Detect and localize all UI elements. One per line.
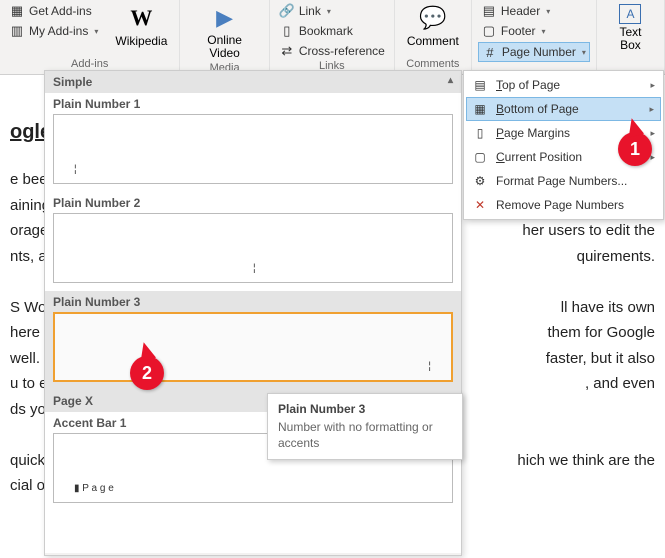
page-top-icon: ▤ [472,77,488,93]
chevron-down-icon: ▾ [546,7,550,16]
remove-icon: ✕ [472,197,488,213]
submenu-arrow-icon: ▸ [649,104,654,115]
comment-button[interactable]: 💬Comment [401,2,465,50]
gallery-item-plain-3[interactable]: Plain Number 3 ¦ [45,291,461,390]
group-headerfooter: ▤Header▾ ▢Footer▾ #Page Number▾ [472,0,597,74]
submenu-arrow-icon: ▸ [650,80,655,91]
expand-icon[interactable]: ▴ [448,75,453,86]
preview-plain-2: ¦ [53,213,453,283]
crossref-button[interactable]: ⇄Cross-reference [276,42,388,60]
gallery-section-simple: Simple▴ [45,71,461,93]
chevron-down-icon: ▾ [542,27,546,36]
link-icon: 🔗 [279,3,295,19]
annotation-marker-2: 2 [130,356,164,390]
ribbon: ▦Get Add-ins ▥My Add-ins▾ WWikipedia Add… [0,0,665,75]
link-button[interactable]: 🔗Link▾ [276,2,388,20]
video-icon: ▶ [211,4,239,32]
preview-plain-3: ¦ [53,312,453,382]
my-addins-icon: ▥ [9,23,25,39]
my-addins-button[interactable]: ▥My Add-ins▾ [6,22,101,40]
footer-icon: ▢ [481,23,497,39]
footer-button[interactable]: ▢Footer▾ [478,22,590,40]
menu-top-of-page[interactable]: ▤Top of Page▸ [466,73,661,97]
get-addins-button[interactable]: ▦Get Add-ins [6,2,101,20]
online-video-button[interactable]: ▶Online Video [186,2,262,62]
textbox-icon: A [619,4,641,24]
page-margins-icon: ▯ [472,125,488,141]
chevron-down-icon: ▾ [582,48,586,57]
page-number-gallery: Simple▴ Plain Number 1 ¦ Plain Number 2 … [44,70,462,556]
preview-plain-1: ¦ [53,114,453,184]
text-box-button[interactable]: AText Box [603,2,658,54]
chevron-down-icon: ▾ [327,7,331,16]
addins-icon: ▦ [9,3,25,19]
tooltip-plain-3: Plain Number 3 Number with no formatting… [267,393,463,460]
submenu-arrow-icon: ▸ [650,128,655,139]
menu-format-page-numbers[interactable]: ⚙Format Page Numbers... [466,169,661,193]
menu-remove-page-numbers[interactable]: ✕Remove Page Numbers [466,193,661,217]
group-media: ▶Online Video Media [180,0,269,74]
bookmark-button[interactable]: ▯Bookmark [276,22,388,40]
group-links: 🔗Link▾ ▯Bookmark ⇄Cross-reference Links [270,0,395,74]
header-icon: ▤ [481,3,497,19]
group-addins: ▦Get Add-ins ▥My Add-ins▾ WWikipedia Add… [0,0,180,74]
gallery-item-plain-1[interactable]: Plain Number 1 ¦ [45,93,461,192]
wikipedia-icon: W [127,4,155,32]
bookmark-icon: ▯ [279,23,295,39]
page-number-icon: # [482,44,498,60]
annotation-marker-1: 1 [618,132,652,166]
current-pos-icon: ▢ [472,149,488,165]
header-button[interactable]: ▤Header▾ [478,2,590,20]
gallery-item-plain-2[interactable]: Plain Number 2 ¦ [45,192,461,291]
page-number-button[interactable]: #Page Number▾ [478,42,590,62]
wikipedia-button[interactable]: WWikipedia [109,2,173,50]
comment-icon: 💬 [419,4,447,32]
group-text: AText Box [597,0,665,74]
format-icon: ⚙ [472,173,488,189]
tooltip-body: Number with no formatting or accents [278,420,452,451]
crossref-icon: ⇄ [279,43,295,59]
group-comments: 💬Comment Comments [395,0,472,74]
chevron-down-icon: ▾ [94,27,98,36]
tooltip-title: Plain Number 3 [278,402,452,416]
page-bottom-icon: ▦ [472,101,488,117]
